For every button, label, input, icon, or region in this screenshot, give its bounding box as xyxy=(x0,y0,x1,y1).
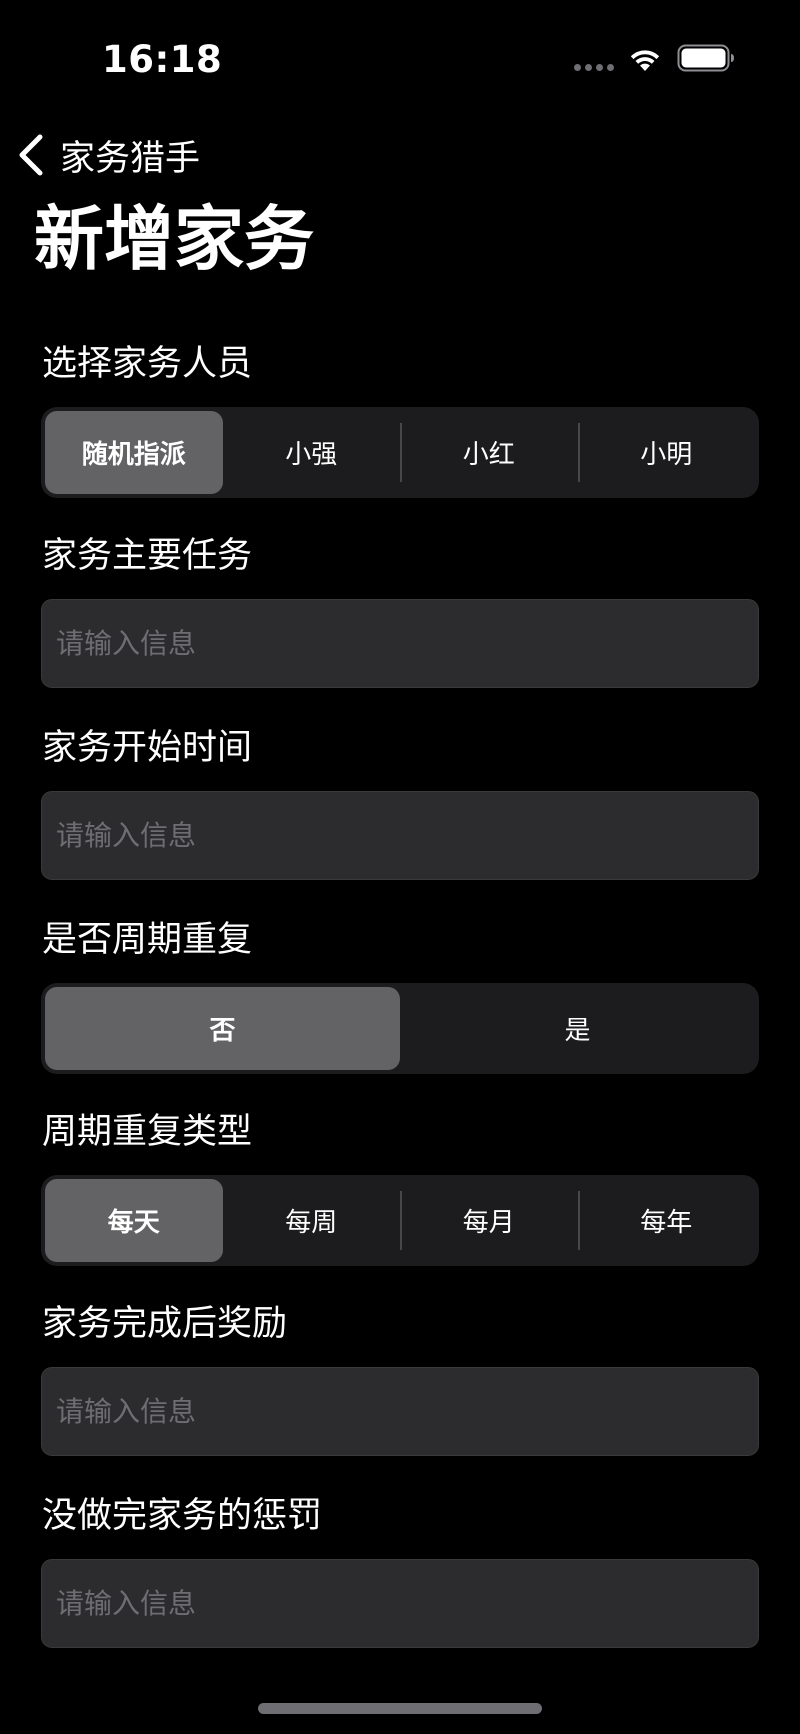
repeat-type-option-yearly[interactable]: 每年 xyxy=(577,1179,756,1262)
assignee-option-xiaohong[interactable]: 小红 xyxy=(400,411,578,494)
repeat-type-option-monthly[interactable]: 每月 xyxy=(400,1179,578,1262)
start-time-label: 家务开始时间 xyxy=(42,728,253,768)
repeat-type-label: 周期重复类型 xyxy=(42,1112,253,1152)
repeat-label: 是否周期重复 xyxy=(42,920,253,960)
home-indicator[interactable] xyxy=(258,1703,542,1714)
chevron-left-icon xyxy=(19,134,43,176)
penalty-input[interactable] xyxy=(41,1559,759,1648)
status-bar: 16:18 xyxy=(0,0,800,120)
back-button-label: 家务猎手 xyxy=(60,138,201,179)
back-button[interactable]: 家务猎手 xyxy=(16,130,200,180)
assignee-label: 选择家务人员 xyxy=(42,344,253,384)
repeat-type-option-weekly[interactable]: 每周 xyxy=(223,1179,401,1262)
main-task-label: 家务主要任务 xyxy=(42,536,253,576)
assignee-option-random[interactable]: 随机指派 xyxy=(45,411,223,494)
penalty-label: 没做完家务的惩罚 xyxy=(42,1496,323,1536)
wifi-icon xyxy=(630,50,660,71)
start-time-input[interactable] xyxy=(41,791,759,880)
reward-input[interactable] xyxy=(41,1367,759,1456)
assignee-option-xiaoqiang[interactable]: 小强 xyxy=(223,411,401,494)
repeat-option-yes[interactable]: 是 xyxy=(400,987,755,1070)
assignee-option-xiaoming[interactable]: 小明 xyxy=(577,411,756,494)
repeat-segmented-control: 否 是 xyxy=(41,983,759,1074)
battery-icon xyxy=(677,44,734,72)
cellular-dots-icon xyxy=(574,64,614,71)
repeat-option-no[interactable]: 否 xyxy=(45,987,400,1070)
reward-label: 家务完成后奖励 xyxy=(42,1304,288,1344)
assignee-segmented-control: 随机指派 小强 小红 小明 xyxy=(41,407,759,498)
status-time: 16:18 xyxy=(102,38,223,81)
main-task-input[interactable] xyxy=(41,599,759,688)
repeat-type-segmented-control: 每天 每周 每月 每年 xyxy=(41,1175,759,1266)
page-title: 新增家务 xyxy=(34,198,314,280)
repeat-type-option-daily[interactable]: 每天 xyxy=(45,1179,223,1262)
